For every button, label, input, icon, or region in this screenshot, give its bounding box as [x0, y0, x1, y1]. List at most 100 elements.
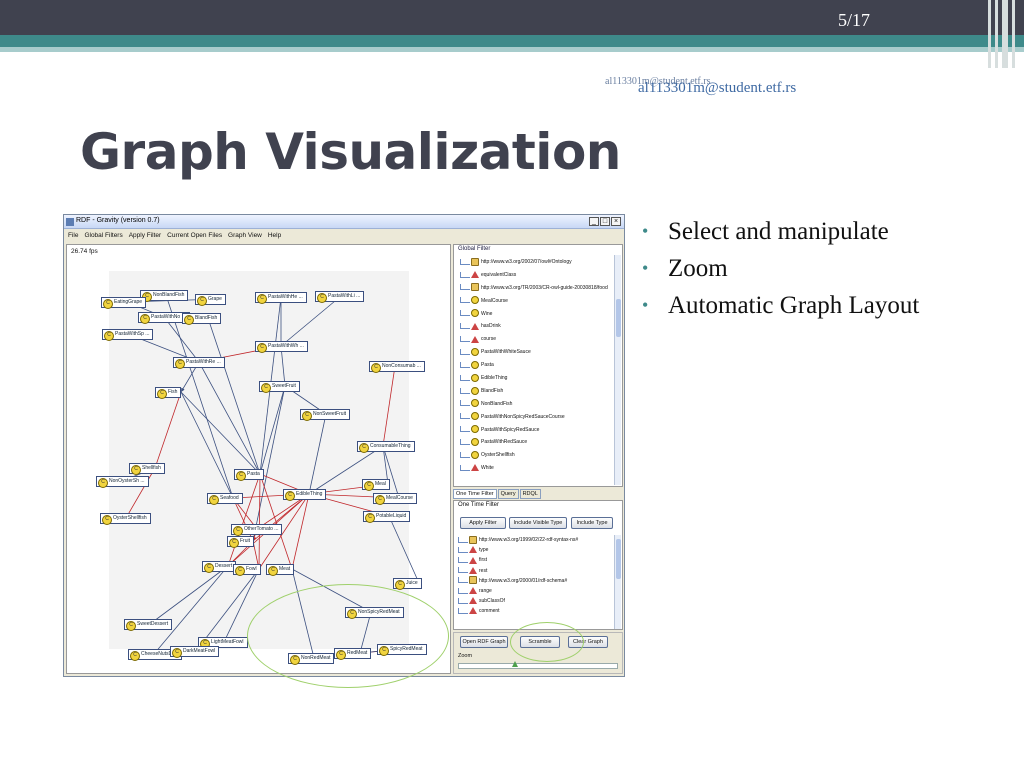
tree-item[interactable]: http://www.w3.org/2000/01/rdf-schema# [458, 576, 608, 586]
tree-connector [460, 323, 470, 330]
graph-node[interactable]: Pasta [234, 469, 264, 481]
tree-item[interactable]: course [460, 333, 612, 346]
graph-node[interactable]: PastaWithSp ... [102, 329, 154, 341]
tree-item[interactable]: EdibleThing [460, 372, 612, 385]
graph-node[interactable]: EdibleThing [283, 489, 327, 501]
tree-item[interactable]: BlandFish [460, 385, 612, 398]
tree-connector [460, 452, 470, 459]
graph-node[interactable]: BlandFish [182, 313, 222, 325]
graph-node[interactable]: PastaWithHe ... [255, 292, 307, 304]
tree-item[interactable]: White [460, 462, 612, 475]
zoom-slider[interactable] [458, 661, 618, 669]
tree-item[interactable]: PastaWithWhiteSauce [460, 346, 612, 359]
graph-node[interactable]: Meat [266, 564, 295, 576]
graph-node[interactable]: NonOysterSh ... [96, 476, 149, 488]
graph-node[interactable]: NonSweetFruit [300, 409, 351, 421]
graph-node[interactable]: PastaWithRe ... [173, 357, 225, 369]
slide-header-accent [0, 35, 1024, 47]
minimize-button[interactable]: _ [589, 217, 599, 226]
menu-help[interactable]: Help [268, 230, 281, 242]
tree-item[interactable]: first [458, 555, 608, 565]
graph-node[interactable]: Grape [195, 294, 226, 306]
graph-edge [381, 365, 396, 447]
tree-item[interactable]: NonBlandFish [460, 398, 612, 411]
graph-node[interactable]: Seafood [207, 493, 243, 505]
open-rdf-graph-button[interactable]: Open RDF Graph [460, 636, 508, 648]
menu-current-open-files[interactable]: Current Open Files [167, 230, 222, 242]
tree-item[interactable]: hasDrink [460, 320, 612, 333]
zoom-slider-thumb[interactable] [512, 661, 518, 667]
graph-node[interactable]: SweetFruit [259, 381, 300, 393]
graph-node[interactable]: Meal [362, 479, 390, 491]
tab-query[interactable]: Query [497, 489, 519, 499]
tree-connector [458, 587, 468, 594]
apply-filter-button[interactable]: Apply Filter [460, 517, 506, 529]
scroll-thumb[interactable] [616, 299, 621, 337]
graph-node[interactable]: Fowl [233, 564, 261, 576]
graph-node[interactable]: OysterShellfish [100, 513, 151, 525]
tree-item-label: NonBlandFish [481, 400, 513, 407]
graph-node[interactable]: NonBlandFish [140, 290, 189, 302]
tree-item[interactable]: MealCourse [460, 295, 612, 308]
graph-node[interactable]: ConsumableThing [357, 441, 415, 453]
graph-node[interactable]: DarkMeatFowl [170, 646, 220, 658]
tree-item[interactable]: http://www.w3.org/2002/07/owl#Ontology [460, 256, 612, 269]
tree-item-label: equivalentClass [481, 271, 517, 278]
tree-item[interactable]: http://www.w3.org/TR/2003/CR-owl-guide-2… [460, 282, 612, 295]
tree-item[interactable]: Pasta [460, 359, 612, 372]
graph-node[interactable]: PastaWithLi ... [315, 291, 365, 303]
include-type-button[interactable]: Include Type [571, 517, 613, 529]
tree-item[interactable]: Wine [460, 308, 612, 321]
include-visible-type-button[interactable]: Include Visible Type [509, 517, 567, 529]
tree-item[interactable]: subClassOf [458, 596, 608, 606]
tree-item[interactable]: equivalentClass [460, 269, 612, 282]
tree-item-label: range [479, 587, 492, 594]
tree-item[interactable]: PastaWithSpicyRedSauce [460, 424, 612, 437]
menu-file[interactable]: File [68, 230, 78, 242]
tab-one-time-filter[interactable]: One Time Filter [453, 489, 497, 499]
slide-header-accent-light [0, 47, 1024, 52]
graph-edge [280, 295, 342, 347]
tree-item[interactable]: PastaWithNonSpicyRedSauceCourse [460, 411, 612, 424]
graph-node[interactable]: PastaWithWh ... [255, 341, 308, 353]
tree-connector [460, 348, 470, 355]
tree-connector [458, 536, 468, 543]
tree-item-label: rest [479, 567, 488, 574]
graph-node[interactable]: EatingGrape [101, 297, 147, 309]
tree-item[interactable]: PastaWithRedSauce [460, 436, 612, 449]
tree-item[interactable]: comment [458, 606, 608, 616]
menu-apply-filter[interactable]: Apply Filter [129, 230, 162, 242]
tree-item-label: Pasta [481, 362, 494, 369]
graph-node[interactable]: MealCourse [373, 493, 417, 505]
one-time-filter-scrollbar[interactable] [614, 535, 621, 629]
graph-node[interactable]: PotableLiquid [363, 511, 411, 523]
graph-node[interactable]: SweetDessert [124, 619, 173, 631]
menu-graph-view[interactable]: Graph View [228, 230, 262, 242]
graph-node[interactable]: NonConsumab ... [369, 361, 425, 373]
tree-item-label: PastaWithRedSauce [481, 439, 528, 446]
graph-node[interactable]: Shellfish [129, 463, 165, 475]
tree-item[interactable]: range [458, 586, 608, 596]
tree-item[interactable]: type [458, 545, 608, 555]
scroll-thumb[interactable] [616, 539, 621, 579]
tree-item[interactable]: rest [458, 566, 608, 576]
close-button[interactable]: × [611, 217, 621, 226]
tree-item-label: hasDrink [481, 323, 501, 330]
global-filter-panel: Global Filter http://www.w3.org/2002/07/… [453, 244, 623, 487]
one-time-filter-label: One Time Filter [458, 502, 500, 508]
graph-node[interactable]: OtherTomato ... [231, 524, 283, 536]
one-time-filter-panel: One Time Filter Apply Filter Include Vis… [453, 500, 623, 630]
tree-connector [460, 284, 470, 291]
graph-node[interactable]: Dessert [202, 561, 237, 573]
property-icon [471, 322, 479, 330]
graph-node[interactable]: Fruit [227, 536, 254, 548]
tree-item[interactable]: http://www.w3.org/1999/02/22-rdf-syntax-… [458, 535, 608, 545]
tree-item[interactable]: OysterShellfish [460, 449, 612, 462]
graph-node[interactable]: Juice [393, 578, 422, 590]
tab-rdql[interactable]: RDQL [519, 489, 541, 499]
menu-global-filters[interactable]: Global Filters [84, 230, 122, 242]
maximize-button[interactable]: □ [600, 217, 610, 226]
graph-node[interactable]: Fish [155, 387, 182, 399]
class-icon [471, 425, 479, 434]
global-filter-scrollbar[interactable] [614, 255, 621, 485]
